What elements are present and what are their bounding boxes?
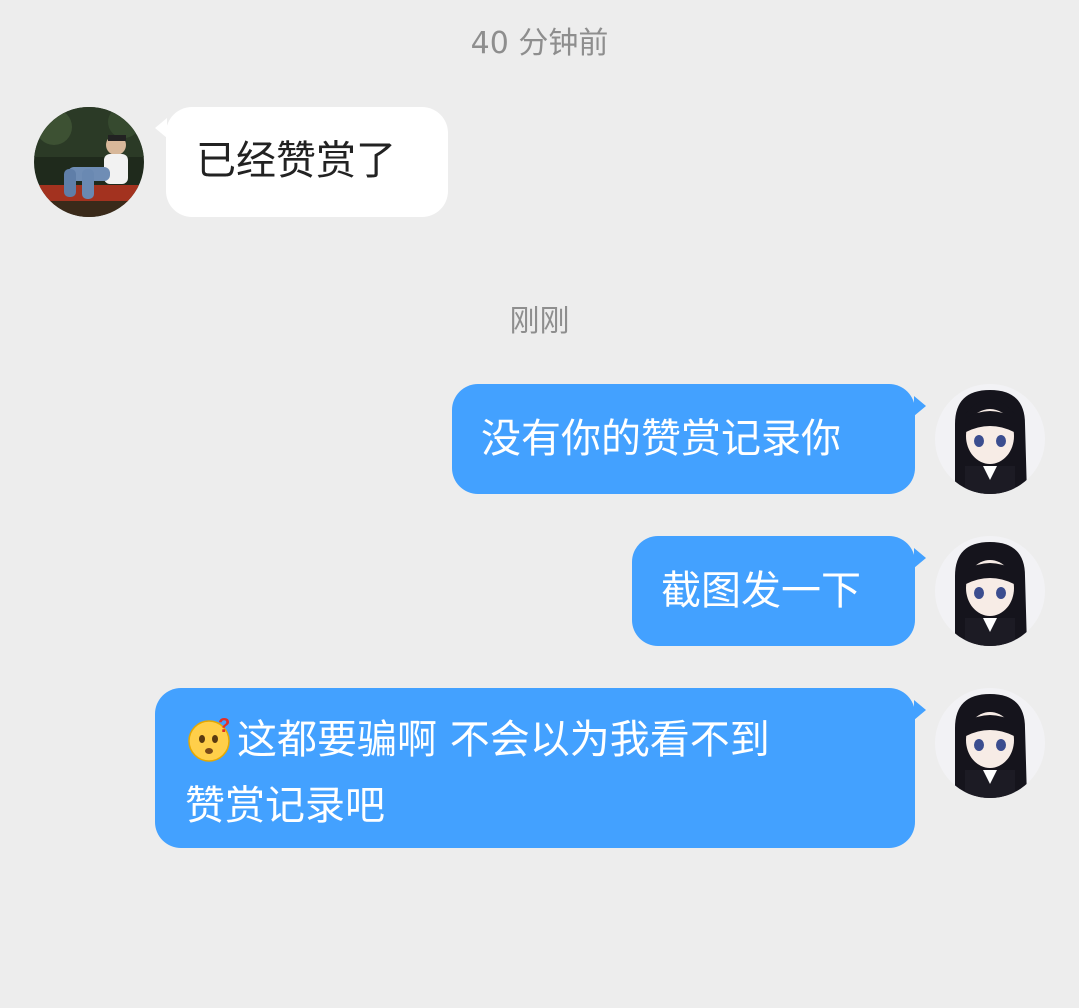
message-line: ? 这都要骗啊 不会以为我看不到	[185, 712, 885, 778]
thinking-face-question-emoji: ?	[185, 715, 233, 778]
svg-text:?: ?	[218, 715, 230, 737]
timestamp: 40 分钟前	[470, 26, 609, 61]
message-text: 这都要骗啊 不会以为我看不到	[237, 717, 770, 763]
message-line: 赞赏记录吧	[185, 778, 885, 834]
message-bubble-incoming[interactable]: 已经赞赏了	[166, 107, 448, 217]
bubble-tail	[914, 700, 926, 720]
timestamp: 刚刚	[509, 304, 570, 339]
my-avatar[interactable]	[935, 688, 1045, 798]
bubble-tail	[914, 548, 926, 568]
my-avatar[interactable]	[935, 384, 1045, 494]
bubble-tail	[914, 396, 926, 416]
message-bubble-outgoing[interactable]: ? 这都要骗啊 不会以为我看不到 赞赏记录吧	[155, 688, 915, 848]
contact-avatar[interactable]	[34, 107, 144, 217]
my-avatar[interactable]	[935, 536, 1045, 646]
message-bubble-outgoing[interactable]: 没有你的赞赏记录你	[452, 384, 915, 494]
message-text: 赞赏记录吧	[185, 783, 385, 829]
message-text: 截图发一下	[661, 568, 861, 614]
message-bubble-outgoing[interactable]: 截图发一下	[632, 536, 915, 646]
message-text: 已经赞赏了	[196, 138, 396, 184]
message-text: 没有你的赞赏记录你	[481, 416, 841, 462]
